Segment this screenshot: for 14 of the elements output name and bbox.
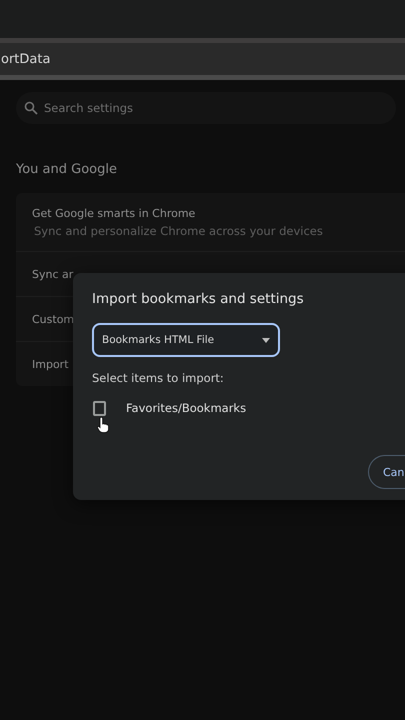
- cancel-button[interactable]: Can: [368, 455, 405, 489]
- address-text: ortData: [1, 52, 50, 66]
- item-label: Favorites/Bookmarks: [126, 401, 246, 415]
- dialog-title: Import bookmarks and settings: [92, 291, 305, 307]
- search-icon: [24, 101, 38, 115]
- caret-icon: [262, 338, 270, 342]
- setting-title[interactable]: Get Google smarts in Chrome: [32, 206, 405, 220]
- source-dropdown[interactable]: Bookmarks HTML File: [92, 323, 280, 357]
- hand-cursor-icon: [97, 417, 109, 433]
- setting-description: Sync and personalize Chrome across your devices: [34, 224, 324, 238]
- section-title: You and Google: [16, 162, 118, 177]
- import-prompt: Select items to import:: [92, 371, 225, 385]
- search-field[interactable]: Search settings: [16, 92, 396, 124]
- address-bar[interactable]: ortData: [0, 43, 405, 80]
